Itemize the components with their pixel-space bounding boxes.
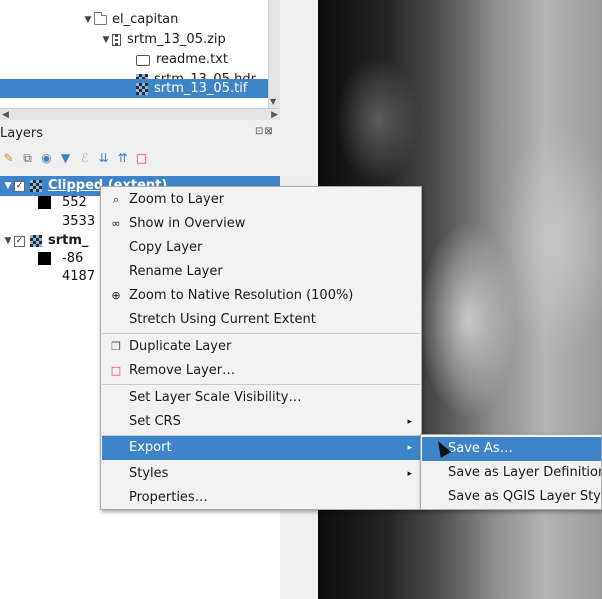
menu-item-export[interactable]: Export ▸: [102, 436, 420, 460]
menu-item-label: Copy Layer: [129, 240, 203, 255]
browser-item-label: readme.txt: [156, 52, 228, 67]
expand-all-icon[interactable]: ⇊: [97, 151, 110, 165]
filter-expression-icon[interactable]: ℰ: [78, 151, 91, 165]
add-group-icon[interactable]: ⧉: [21, 151, 34, 165]
menu-item-save-layer-definition[interactable]: Save as Layer Definition: [422, 461, 602, 485]
layer-visibility-checkbox[interactable]: ✓: [14, 180, 25, 192]
collapse-all-icon[interactable]: ⇈: [116, 151, 129, 165]
browser-item-readme[interactable]: readme.txt: [136, 50, 228, 70]
dock-window-buttons[interactable]: ⊡⊠: [255, 126, 274, 137]
menu-item-label: Zoom to Layer: [129, 192, 225, 207]
submenu-arrow-icon: ▸: [407, 469, 412, 479]
layer-name: srtm_: [48, 233, 89, 248]
browser-horizontal-scrollbar[interactable]: ◀ ▶: [0, 108, 280, 120]
submenu-arrow-icon: ▸: [407, 443, 412, 453]
collapse-arrow-icon[interactable]: ▼: [2, 231, 14, 251]
menu-item-label: Properties…: [129, 490, 208, 505]
menu-item-rename-layer[interactable]: Rename Layer: [102, 260, 420, 284]
folder-icon: [94, 12, 107, 25]
remove-icon: □: [110, 364, 122, 377]
visibility-eye-icon[interactable]: ◉: [40, 151, 53, 165]
menu-item-label: Remove Layer…: [129, 363, 236, 378]
layers-toolbar: ✎ ⧉ ◉ ▼ ℰ ⇊ ⇈ □: [2, 150, 148, 166]
menu-item-label: Set CRS: [129, 414, 181, 429]
menu-item-label: Duplicate Layer: [129, 339, 232, 354]
browser-item-tif[interactable]: srtm_13_05.tif: [0, 79, 268, 98]
scroll-left-icon[interactable]: ◀: [2, 109, 9, 121]
browser-item-zip[interactable]: ▼ srtm_13_05.zip: [100, 30, 226, 50]
menu-item-label: Rename Layer: [129, 264, 223, 279]
legend-value: 552: [62, 195, 87, 210]
menu-item-zoom-native[interactable]: ⊕ Zoom to Native Resolution (100%): [102, 284, 420, 308]
duplicate-icon: ❐: [111, 340, 121, 353]
raster-layer-icon: [30, 235, 42, 247]
zoom-native-icon: ⊕: [111, 289, 121, 302]
scroll-down-icon[interactable]: ▼: [270, 97, 276, 106]
legend-value: 3533: [62, 214, 96, 229]
layer-row-srtm[interactable]: ▼ ✓ srtm_: [2, 231, 89, 251]
browser-item-label: el_capitan: [112, 12, 179, 27]
collapse-arrow-icon[interactable]: ▼: [2, 176, 14, 196]
browser-item-label: srtm_13_05.zip: [127, 32, 226, 47]
legend-color-swatch: [38, 196, 51, 209]
layer-context-menu: ⌕ Zoom to Layer ∞ Show in Overview Copy …: [100, 186, 422, 510]
paint-brush-icon[interactable]: ✎: [2, 151, 15, 165]
menu-item-set-crs[interactable]: Set CRS ▸: [102, 410, 420, 434]
text-file-icon: [136, 54, 150, 66]
filter-icon[interactable]: ▼: [59, 151, 72, 165]
menu-item-properties[interactable]: Properties…: [102, 486, 420, 510]
menu-separator: [102, 384, 420, 385]
scroll-right-icon[interactable]: ▶: [271, 109, 278, 121]
glasses-icon: ∞: [111, 217, 121, 230]
browser-vertical-scrollbar[interactable]: ▼: [268, 0, 280, 108]
menu-item-label: Save as QGIS Layer Style: [448, 489, 602, 504]
expand-arrow-icon[interactable]: ▼: [100, 30, 112, 50]
zip-archive-icon: [112, 34, 121, 46]
layers-panel-title: Layers: [0, 126, 44, 141]
menu-item-label: Set Layer Scale Visibility…: [129, 390, 302, 405]
browser-item-el-capitan[interactable]: ▼ el_capitan: [82, 10, 178, 30]
submenu-arrow-icon: ▸: [407, 417, 412, 427]
menu-item-copy-layer[interactable]: Copy Layer: [102, 236, 420, 260]
legend-value: -86: [62, 251, 84, 266]
raster-layer-icon: [30, 180, 42, 192]
layer-visibility-checkbox[interactable]: ✓: [14, 235, 25, 247]
menu-item-scale-visibility[interactable]: Set Layer Scale Visibility…: [102, 386, 420, 410]
menu-item-label: Stretch Using Current Extent: [129, 312, 316, 327]
legend-value: 4187: [62, 269, 96, 284]
expand-arrow-icon[interactable]: ▼: [82, 10, 94, 30]
menu-item-label: Zoom to Native Resolution (100%): [129, 288, 354, 303]
menu-item-remove-layer[interactable]: □ Remove Layer…: [102, 359, 420, 383]
menu-item-save-qgis-style[interactable]: Save as QGIS Layer Style: [422, 485, 602, 509]
legend-color-swatch: [38, 252, 51, 265]
menu-item-duplicate-layer[interactable]: ❐ Duplicate Layer: [102, 335, 420, 359]
menu-item-label: Save As…: [448, 441, 513, 456]
raster-layer-icon: [136, 82, 148, 95]
menu-item-label: Export: [129, 440, 172, 455]
magnifier-icon: ⌕: [112, 193, 120, 206]
browser-item-label: srtm_13_05.tif: [154, 80, 248, 96]
menu-item-label: Show in Overview: [129, 216, 246, 231]
browser-tree: ▼ el_capitan ▼ srtm_13_05.zip readme.txt…: [0, 0, 280, 108]
menu-item-label: Styles: [129, 466, 169, 481]
menu-separator: [102, 333, 420, 334]
menu-item-stretch-extent[interactable]: Stretch Using Current Extent: [102, 308, 420, 332]
menu-item-label: Save as Layer Definition: [448, 465, 602, 480]
menu-item-styles[interactable]: Styles ▸: [102, 462, 420, 486]
menu-item-show-in-overview[interactable]: ∞ Show in Overview: [102, 212, 420, 236]
remove-layer-icon[interactable]: □: [135, 151, 148, 165]
menu-item-zoom-to-layer[interactable]: ⌕ Zoom to Layer: [102, 188, 420, 212]
